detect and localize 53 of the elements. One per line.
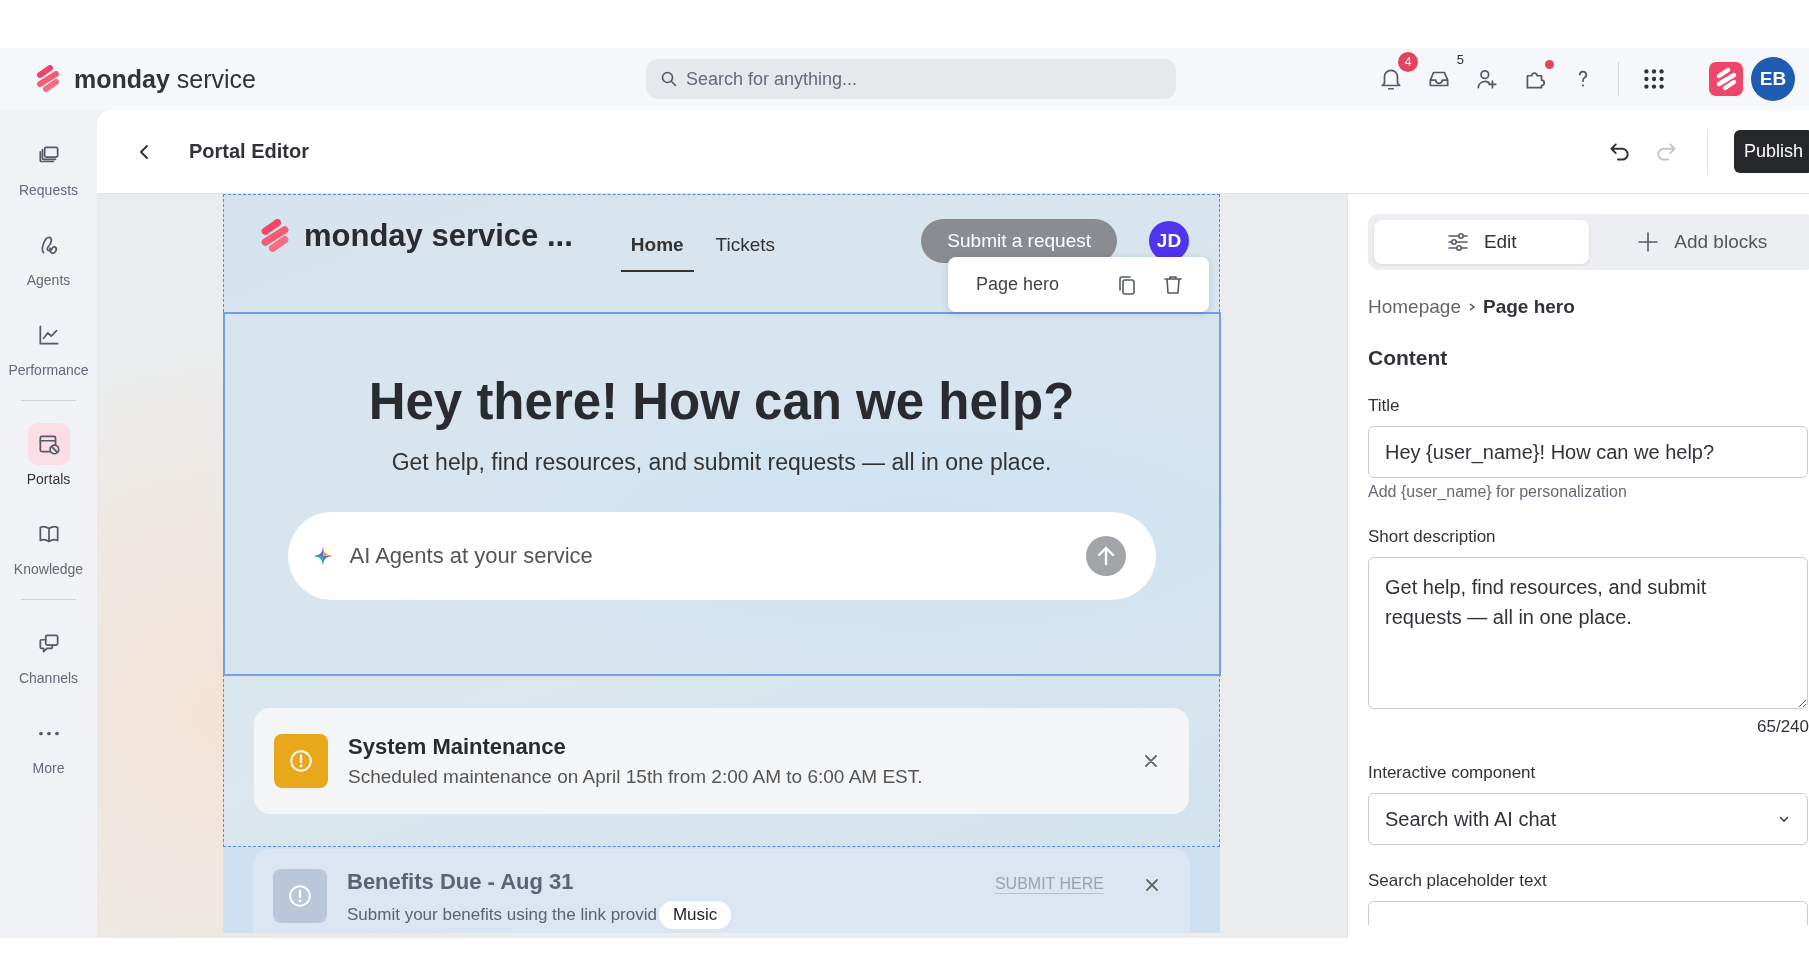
character-counter: 65/240 — [1756, 717, 1809, 737]
sidebar-item[interactable]: Agents — [3, 220, 94, 298]
plus-icon — [1636, 230, 1661, 254]
sidebar-item[interactable]: Requests — [3, 130, 94, 208]
logo-icon — [260, 219, 290, 253]
announcement-text: Submit your benefits using the link provid — [347, 905, 657, 925]
block-name: Page hero — [976, 274, 1061, 295]
search-field[interactable]: Search for anything... — [646, 59, 1176, 99]
announcement-title: Benefits Due - Aug 31 — [347, 869, 575, 895]
brand-name: monday service — [74, 64, 256, 94]
logo-icon[interactable] — [1709, 62, 1743, 96]
user-avatar[interactable]: EB — [1751, 57, 1795, 101]
sliders-icon — [1445, 230, 1470, 254]
text-field[interactable] — [1368, 901, 1808, 925]
info-circle-icon — [288, 748, 314, 774]
sidebar-item[interactable]: Performance — [3, 310, 94, 388]
dropdown[interactable]: Search with AI chat — [1368, 793, 1808, 845]
tab[interactable]: Add blocks — [1594, 220, 1809, 264]
tab[interactable]: Edit — [1374, 220, 1589, 264]
sidebar-item[interactable]: More — [3, 708, 94, 786]
info-circle-icon — [287, 883, 313, 909]
sidebar-item[interactable]: Channels — [3, 618, 94, 696]
search-icon — [660, 70, 678, 88]
section-heading: Content — [1368, 346, 1449, 370]
field-label: Short description — [1368, 527, 1497, 547]
app-grid-icon[interactable] — [1641, 66, 1667, 92]
sidebar-item[interactable]: Portals — [3, 419, 94, 497]
announcement-text: Scheduled maintenance on April 15th from 2:00 AM to 6:00 AM EST. — [348, 766, 923, 788]
nav-tab[interactable]: Home — [620, 220, 694, 272]
field-hint: Add {user_name} for personalization — [1368, 483, 1628, 501]
hero-subtitle: Get help, find resources, and submit requests — all in one place. — [391, 449, 1052, 476]
text-field[interactable]: Hey {user_name}! How can we help? — [1368, 426, 1808, 478]
breadcrumb-item[interactable]: Homepage — [1368, 296, 1461, 318]
announcement-title: System Maintenance — [348, 734, 567, 760]
publish-button[interactable]: Publish — [1733, 130, 1809, 173]
hero-title: Hey there! How can we help? — [368, 372, 1075, 431]
field-label: Search placeholder text — [1368, 871, 1548, 891]
ai-search-field[interactable]: AI Agents at your service — [287, 512, 1156, 600]
count-label: 5 — [1456, 52, 1464, 67]
more-icon — [38, 730, 59, 736]
portal-name: monday service ... — [304, 218, 573, 254]
nav-tab[interactable]: Tickets — [705, 220, 786, 272]
field-label: Interactive component — [1368, 763, 1537, 783]
tooltip: Music — [658, 901, 732, 929]
notification-badge: 4 — [1398, 52, 1418, 72]
sidebar-item[interactable]: Knowledge — [3, 509, 94, 587]
description-field[interactable]: Get help, find resources, and submit requests — all in one place. — [1368, 557, 1808, 709]
editor-title: Portal Editor — [189, 140, 309, 163]
logo-icon — [36, 65, 60, 93]
close-icon[interactable] — [1143, 753, 1159, 769]
close-icon[interactable] — [1144, 877, 1160, 893]
field-label: Title — [1368, 396, 1401, 416]
breadcrumb-item: Page hero — [1482, 296, 1575, 318]
